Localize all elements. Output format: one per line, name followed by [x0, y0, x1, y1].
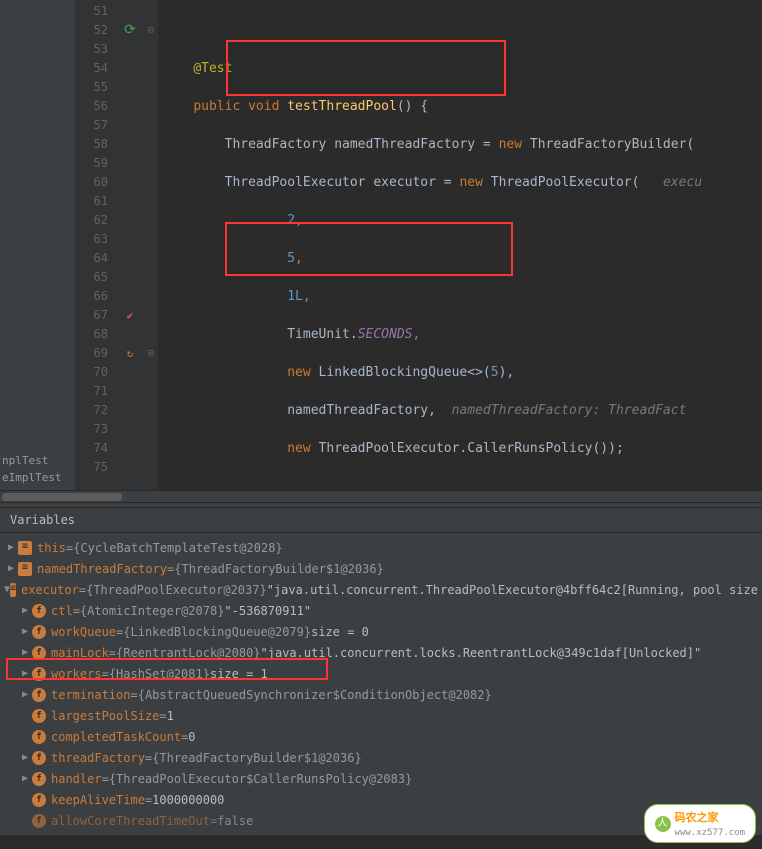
field-icon: f — [32, 709, 46, 723]
expand-icon[interactable]: ▶ — [18, 605, 32, 616]
structure-panel[interactable]: nplTest eImplTest — [0, 0, 76, 490]
structure-item[interactable]: eImplTest — [2, 469, 73, 486]
watermark-badge: 人 码农之家 www.xz577.com — [644, 804, 756, 843]
line-number-gutter[interactable]: 5152535455565758596061626364656667686970… — [76, 0, 116, 490]
watermark-icon: 人 — [655, 816, 671, 832]
field-icon: f — [32, 646, 46, 660]
fold-column[interactable]: ⊟⊟ — [144, 0, 158, 490]
variable-row[interactable]: ▶ftermination = {AbstractQueuedSynchroni… — [0, 684, 762, 705]
field-icon: f — [32, 604, 46, 618]
variable-row[interactable]: ▶fmainLock = {ReentrantLock@2080} "java.… — [0, 642, 762, 663]
breakpoint-icon[interactable]: ✔ — [127, 309, 134, 322]
run-test-icon[interactable]: ⟳ — [124, 22, 136, 38]
variable-row[interactable]: ▶fhandler = {ThreadPoolExecutor$CallerRu… — [0, 768, 762, 789]
expand-icon[interactable]: ▶ — [18, 647, 32, 658]
watermark-url: www.xz577.com — [675, 828, 745, 838]
expand-icon[interactable]: ▶ — [18, 626, 32, 637]
field-icon: f — [32, 625, 46, 639]
expand-icon[interactable]: ▶ — [4, 563, 18, 574]
field-icon: f — [32, 751, 46, 765]
code-editor[interactable]: nplTest eImplTest 5152535455565758596061… — [0, 0, 762, 490]
structure-item[interactable]: nplTest — [2, 452, 73, 469]
expand-icon[interactable]: ▶ — [18, 773, 32, 784]
variable-row[interactable]: flargestPoolSize = 1 — [0, 705, 762, 726]
variable-row[interactable]: ▶≡namedThreadFactory = {ThreadFactoryBui… — [0, 558, 762, 579]
field-icon: f — [32, 772, 46, 786]
lambda-icon: ↻ — [127, 347, 134, 360]
code-content[interactable]: @Test public void testThreadPool() { Thr… — [158, 0, 762, 490]
object-icon: ≡ — [18, 541, 32, 555]
field-icon: f — [32, 814, 46, 828]
watermark-title: 码农之家 — [675, 811, 719, 824]
variables-tab[interactable]: Variables — [0, 508, 762, 533]
variable-row[interactable]: ▶fworkers = {HashSet@2081} size = 1 — [0, 663, 762, 684]
object-icon: ≡ — [10, 583, 16, 597]
variable-row[interactable]: fcompletedTaskCount = 0 — [0, 726, 762, 747]
expand-icon[interactable]: ▶ — [18, 752, 32, 763]
debug-panel[interactable]: Variables ▶≡this = {CycleBatchTemplateTe… — [0, 508, 762, 835]
variable-row[interactable]: ▶fthreadFactory = {ThreadFactoryBuilder$… — [0, 747, 762, 768]
variable-row[interactable]: ▶fworkQueue = {LinkedBlockingQueue@2079}… — [0, 621, 762, 642]
field-icon: f — [32, 667, 46, 681]
variable-row[interactable]: ▼≡executor = {ThreadPoolExecutor@2037} "… — [0, 579, 762, 600]
object-icon: ≡ — [18, 562, 32, 576]
expand-icon[interactable]: ▶ — [18, 689, 32, 700]
expand-icon[interactable]: ▶ — [18, 668, 32, 679]
horizontal-scrollbar[interactable] — [0, 490, 762, 502]
expand-icon[interactable]: ▶ — [4, 542, 18, 553]
gutter-annotations: ⟳ ✔ ↻ — [116, 0, 144, 490]
scroll-thumb[interactable] — [2, 493, 122, 501]
field-icon: f — [32, 793, 46, 807]
field-icon: f — [32, 688, 46, 702]
variable-row[interactable]: ▶fctl = {AtomicInteger@2078} "-536870911… — [0, 600, 762, 621]
variables-tree[interactable]: ▶≡this = {CycleBatchTemplateTest@2028} ▶… — [0, 533, 762, 835]
field-icon: f — [32, 730, 46, 744]
variable-row[interactable]: ▶≡this = {CycleBatchTemplateTest@2028} — [0, 537, 762, 558]
